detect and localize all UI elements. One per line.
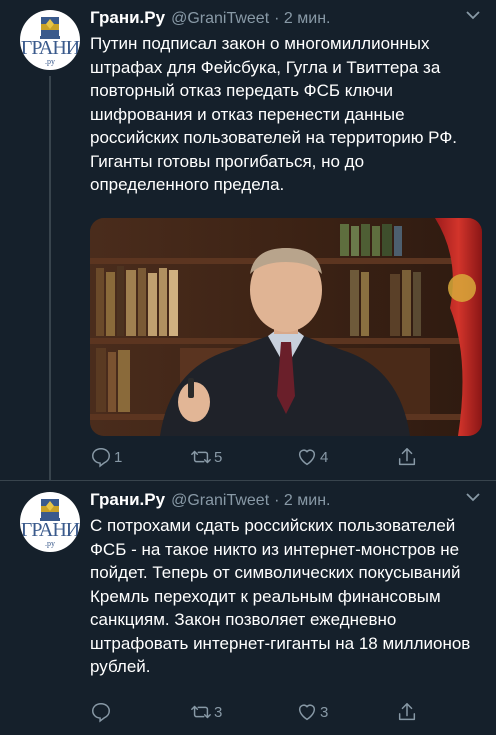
- reply-button[interactable]: [90, 700, 114, 724]
- reply-button[interactable]: 1: [90, 445, 122, 469]
- avatar-logo-text: ГРАНИ: [20, 519, 80, 541]
- retweet-count: 3: [214, 703, 223, 721]
- like-count: 3: [320, 703, 329, 721]
- retweet-button[interactable]: 3: [190, 700, 222, 724]
- chevron-down-icon[interactable]: [466, 492, 480, 502]
- reply-icon: [92, 703, 110, 723]
- like-button[interactable]: 3: [296, 700, 328, 724]
- retweet-count: 5: [214, 448, 223, 466]
- tweet[interactable]: ГРАНИ .ру Грани.Ру @GraniTweet · 2 мин. …: [0, 0, 496, 480]
- share-button[interactable]: [396, 700, 418, 724]
- tweet-actions: 1 5 4: [90, 445, 430, 469]
- avatar-logo-sub: .ру: [45, 57, 55, 66]
- retweet-icon: [191, 705, 211, 719]
- tweet-header: Грани.Ру @GraniTweet · 2 мин.: [90, 490, 330, 512]
- tweet-actions: 3 3: [90, 700, 430, 724]
- like-count: 4: [320, 448, 329, 466]
- avatar-logo-text: ГРАНИ: [20, 37, 80, 59]
- heart-icon: [298, 449, 316, 466]
- share-button[interactable]: [396, 445, 418, 469]
- author-handle[interactable]: @GraniTweet: [171, 10, 269, 28]
- reply-icon: [92, 448, 110, 468]
- photo-illustration: [90, 218, 482, 436]
- chevron-down-icon[interactable]: [466, 10, 480, 20]
- tweet-image[interactable]: [90, 218, 482, 436]
- author-name[interactable]: Грани.Ру: [90, 8, 165, 28]
- tweet-text: Путин подписал закон о многомиллионных ш…: [90, 34, 457, 194]
- author-name[interactable]: Грани.Ру: [90, 490, 165, 510]
- reply-count: 1: [114, 448, 123, 466]
- tweet[interactable]: ГРАНИ .ру Грани.Ру @GraniTweet · 2 мин. …: [0, 480, 496, 735]
- tweet-time[interactable]: · 2 мин.: [274, 10, 330, 28]
- share-icon: [398, 448, 416, 466]
- avatar[interactable]: ГРАНИ .ру: [20, 492, 80, 552]
- retweet-icon: [191, 450, 211, 464]
- retweet-button[interactable]: 5: [190, 445, 222, 469]
- avatar[interactable]: ГРАНИ .ру: [20, 10, 80, 70]
- heart-icon: [298, 704, 316, 721]
- share-icon: [398, 703, 416, 721]
- thread-line: [49, 76, 51, 480]
- like-button[interactable]: 4: [296, 445, 328, 469]
- tweet-text: С потрохами сдать российских пользовател…: [90, 516, 471, 676]
- avatar-logo-sub: .ру: [45, 539, 55, 548]
- tweet-header: Грани.Ру @GraniTweet · 2 мин.: [90, 8, 330, 30]
- author-handle[interactable]: @GraniTweet: [171, 492, 269, 510]
- tweet-time[interactable]: · 2 мин.: [274, 492, 330, 510]
